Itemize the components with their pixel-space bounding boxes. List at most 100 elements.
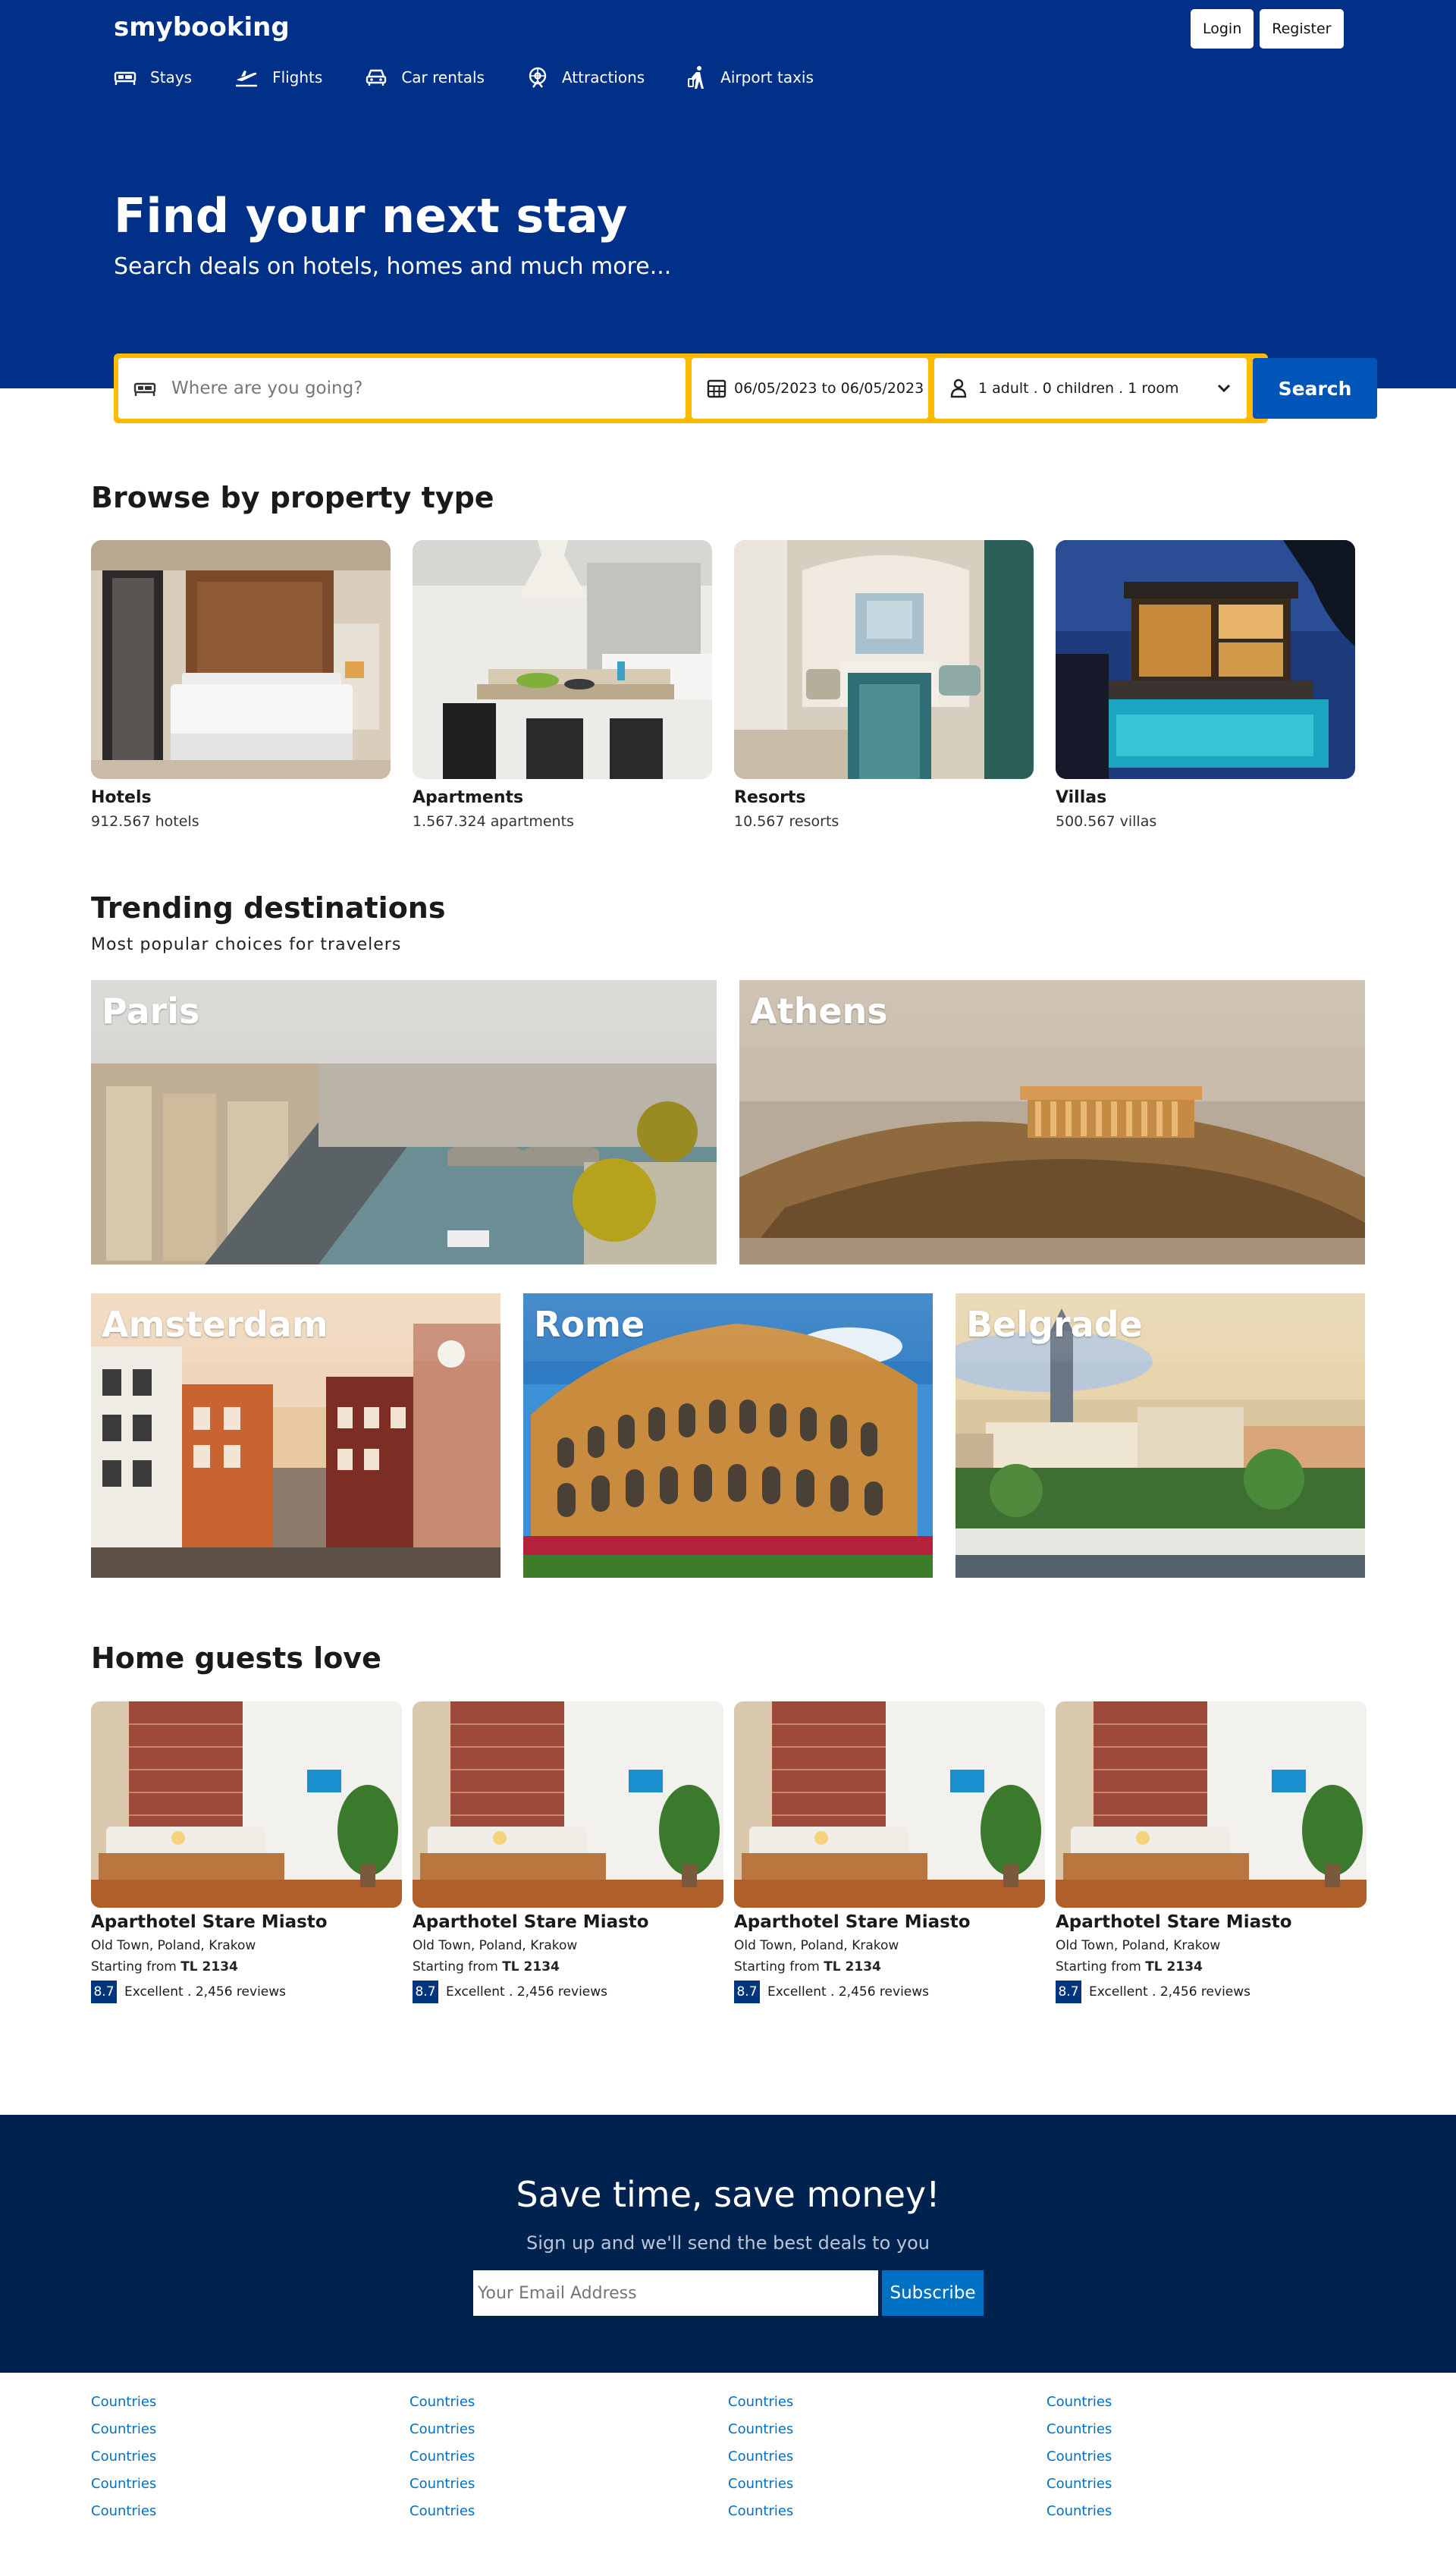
footer-column: Countries Countries Countries Countries … bbox=[410, 2394, 475, 2530]
nav-label: Attractions bbox=[561, 68, 645, 86]
footer-link[interactable]: Countries bbox=[91, 2394, 156, 2421]
destination-card-paris[interactable]: Paris bbox=[91, 980, 717, 1264]
villa-image bbox=[1056, 540, 1355, 779]
destination-name: Athens bbox=[750, 991, 888, 1032]
destination-card-athens[interactable]: Athens bbox=[739, 980, 1365, 1264]
attractions-icon bbox=[529, 67, 547, 88]
calendar-icon bbox=[707, 379, 726, 398]
score-badge: 8.7 bbox=[734, 1981, 760, 2003]
register-button[interactable]: Register bbox=[1260, 9, 1344, 49]
footer-link[interactable]: Countries bbox=[91, 2476, 156, 2503]
property-type-name: Resorts bbox=[734, 788, 806, 807]
footer-link[interactable]: Countries bbox=[1046, 2394, 1112, 2421]
home-card[interactable]: Aparthotel Stare Miasto Old Town, Poland… bbox=[413, 1701, 723, 2003]
score-badge: 8.7 bbox=[413, 1981, 438, 2003]
destination-card-belgrade[interactable]: Belgrade bbox=[956, 1293, 1365, 1578]
login-button[interactable]: Login bbox=[1191, 9, 1254, 49]
bed-icon bbox=[133, 382, 156, 396]
nav-label: Car rentals bbox=[401, 68, 485, 86]
nav-label: Stays bbox=[150, 68, 193, 86]
newsletter-subtitle: Sign up and we'll send the best deals to… bbox=[526, 2232, 930, 2254]
search-bar: Where are you going? 06/05/2023 to 06/05… bbox=[114, 353, 1377, 423]
nav-item-flights[interactable]: Flights bbox=[234, 65, 322, 90]
rating-text: Excellent . 2,456 reviews bbox=[1089, 1984, 1251, 2000]
price-prefix: Starting from bbox=[734, 1959, 820, 1974]
destination-card-rome[interactable]: Rome bbox=[523, 1293, 933, 1578]
property-type-name: Hotels bbox=[91, 788, 152, 807]
property-type-count: 912.567 hotels bbox=[91, 813, 199, 830]
home-rating: 8.7 Excellent . 2,456 reviews bbox=[91, 1981, 402, 2003]
footer-link[interactable]: Countries bbox=[728, 2449, 793, 2476]
destination-name: Belgrade bbox=[966, 1304, 1143, 1345]
guests-selector[interactable]: 1 adult . 0 children . 1 room bbox=[934, 358, 1247, 419]
rating-text: Excellent . 2,456 reviews bbox=[124, 1984, 287, 2000]
search-button[interactable]: Search bbox=[1253, 358, 1377, 419]
home-name: Aparthotel Stare Miasto bbox=[1056, 1912, 1292, 1932]
property-card-villas[interactable]: Villas 500.567 villas bbox=[1056, 540, 1355, 830]
hero-title: Find your next stay bbox=[114, 188, 628, 243]
destination-input[interactable]: Where are you going? bbox=[118, 358, 686, 419]
home-rating: 8.7 Excellent . 2,456 reviews bbox=[1056, 1981, 1367, 2003]
price-value: TL 2134 bbox=[180, 1959, 238, 1974]
nav-item-attractions[interactable]: Attractions bbox=[527, 65, 645, 90]
footer-link[interactable]: Countries bbox=[410, 2394, 475, 2421]
score-badge: 8.7 bbox=[91, 1981, 117, 2003]
footer-link[interactable]: Countries bbox=[91, 2449, 156, 2476]
property-type-name: Apartments bbox=[413, 788, 524, 807]
home-card[interactable]: Aparthotel Stare Miasto Old Town, Poland… bbox=[91, 1701, 402, 2003]
footer-link[interactable]: Countries bbox=[1046, 2449, 1112, 2476]
nav-item-car-rentals[interactable]: Car rentals bbox=[365, 65, 485, 90]
home-price: Starting from TL 2134 bbox=[91, 1959, 402, 1974]
footer-link[interactable]: Countries bbox=[91, 2421, 156, 2449]
rating-text: Excellent . 2,456 reviews bbox=[767, 1984, 930, 2000]
footer-link[interactable]: Countries bbox=[728, 2421, 793, 2449]
property-card-apartments[interactable]: Apartments 1.567.324 apartments bbox=[413, 540, 712, 830]
price-prefix: Starting from bbox=[1056, 1959, 1141, 1974]
person-icon bbox=[950, 379, 967, 398]
footer-link[interactable]: Countries bbox=[1046, 2503, 1112, 2530]
home-rating: 8.7 Excellent . 2,456 reviews bbox=[734, 1981, 1045, 2003]
footer-link[interactable]: Countries bbox=[91, 2503, 156, 2530]
footer-link[interactable]: Countries bbox=[728, 2503, 793, 2530]
home-rating: 8.7 Excellent . 2,456 reviews bbox=[413, 1981, 723, 2003]
property-card-resorts[interactable]: Resorts 10.567 resorts bbox=[734, 540, 1034, 830]
property-types-title: Browse by property type bbox=[91, 481, 494, 514]
footer-link[interactable]: Countries bbox=[1046, 2476, 1112, 2503]
home-image bbox=[1056, 1701, 1367, 1908]
property-type-count: 1.567.324 apartments bbox=[413, 813, 574, 830]
resort-image bbox=[734, 540, 1034, 779]
home-image bbox=[91, 1701, 402, 1908]
property-type-name: Villas bbox=[1056, 788, 1107, 807]
footer-column: Countries Countries Countries Countries … bbox=[1046, 2394, 1112, 2530]
nav-item-airport-taxis[interactable]: Airport taxis bbox=[687, 65, 814, 90]
footer-link[interactable]: Countries bbox=[728, 2394, 793, 2421]
email-field[interactable] bbox=[473, 2270, 878, 2316]
rating-text: Excellent . 2,456 reviews bbox=[446, 1984, 608, 2000]
home-card[interactable]: Aparthotel Stare Miasto Old Town, Poland… bbox=[734, 1701, 1045, 2003]
property-type-count: 10.567 resorts bbox=[734, 813, 839, 830]
auth-buttons: Login Register bbox=[1191, 9, 1344, 49]
nav-label: Flights bbox=[272, 68, 323, 86]
footer-link[interactable]: Countries bbox=[728, 2476, 793, 2503]
footer-link[interactable]: Countries bbox=[410, 2503, 475, 2530]
home-price: Starting from TL 2134 bbox=[1056, 1959, 1367, 1974]
destination-card-amsterdam[interactable]: Amsterdam bbox=[91, 1293, 500, 1578]
footer-link[interactable]: Countries bbox=[410, 2476, 475, 2503]
footer-link[interactable]: Countries bbox=[410, 2421, 475, 2449]
date-picker[interactable]: 06/05/2023 to 06/05/2023 bbox=[692, 358, 928, 419]
footer-link[interactable]: Countries bbox=[1046, 2421, 1112, 2449]
home-location: Old Town, Poland, Krakow bbox=[413, 1938, 578, 1953]
home-card[interactable]: Aparthotel Stare Miasto Old Town, Poland… bbox=[1056, 1701, 1367, 2003]
price-value: TL 2134 bbox=[824, 1959, 881, 1974]
hero-subtitle: Search deals on hotels, homes and much m… bbox=[114, 253, 672, 280]
subscribe-button[interactable]: Subscribe bbox=[882, 2270, 984, 2316]
footer-link[interactable]: Countries bbox=[410, 2449, 475, 2476]
header: smybooking Login Register Stays Flights … bbox=[0, 0, 1456, 388]
chevron-down-icon bbox=[1217, 384, 1231, 393]
brand-logo[interactable]: smybooking bbox=[114, 12, 290, 42]
trending-title: Trending destinations bbox=[91, 891, 446, 925]
property-card-hotels[interactable]: Hotels 912.567 hotels bbox=[91, 540, 391, 830]
nav-item-stays[interactable]: Stays bbox=[114, 65, 192, 90]
home-name: Aparthotel Stare Miasto bbox=[91, 1912, 328, 1932]
destination-name: Paris bbox=[102, 991, 200, 1032]
